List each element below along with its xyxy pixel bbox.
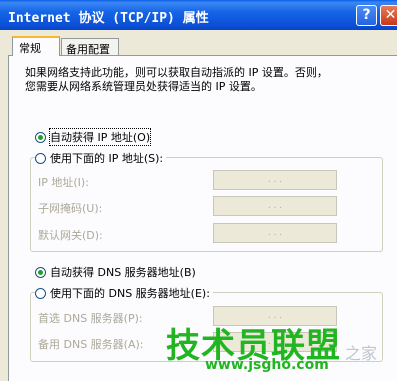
watermark-home: 之家 bbox=[345, 344, 378, 363]
preferred-dns-label: 首选 DNS 服务器(P): bbox=[38, 312, 143, 325]
ip-manual-label: 使用下面的 IP 地址(S): bbox=[50, 152, 164, 165]
subnet-mask-label: 子网掩码(U): bbox=[38, 202, 103, 215]
ip-address-label: IP 地址(I): bbox=[38, 176, 89, 189]
dns-manual-radio[interactable] bbox=[35, 287, 46, 299]
window-title: Internet 协议 (TCP/IP) 属性 bbox=[8, 11, 209, 26]
dns-auto-label: 自动获得 DNS 服务器地址(B) bbox=[50, 266, 196, 279]
dns-auto-option[interactable]: 自动获得 DNS 服务器地址(B) bbox=[35, 264, 196, 280]
alternate-dns-label: 备用 DNS 服务器(A): bbox=[38, 338, 144, 351]
dns-manual-option[interactable]: 使用下面的 DNS 服务器地址(E): bbox=[35, 285, 213, 301]
help-button[interactable]: ? bbox=[356, 5, 377, 26]
tab-alternate-config[interactable]: 备用配置 bbox=[61, 38, 119, 56]
dns-auto-radio[interactable] bbox=[35, 266, 46, 278]
default-gateway-field[interactable]: . . . bbox=[213, 223, 337, 243]
ip-auto-option[interactable]: 自动获得 IP 地址(O) bbox=[35, 128, 152, 146]
watermark-url: www.jsgho.com bbox=[205, 357, 329, 373]
close-button[interactable]: ✕ bbox=[380, 5, 397, 26]
ip-manual-radio[interactable] bbox=[35, 152, 46, 164]
description-text: 如果网络支持此功能，则可以获取自动指派的 IP 设置。否则， 您需要从网络系统管… bbox=[25, 66, 328, 93]
tab-general[interactable]: 常规 bbox=[12, 36, 60, 56]
default-gateway-label: 默认网关(D): bbox=[38, 229, 103, 242]
ip-manual-option[interactable]: 使用下面的 IP 地址(S): bbox=[35, 150, 167, 166]
title-bar: Internet 协议 (TCP/IP) 属性 ? ✕ bbox=[0, 0, 397, 30]
ip-auto-radio[interactable] bbox=[35, 131, 46, 143]
subnet-mask-field[interactable]: . . . bbox=[213, 196, 337, 216]
ip-address-field[interactable]: . . . bbox=[213, 170, 337, 190]
ip-auto-label: 自动获得 IP 地址(O) bbox=[48, 128, 152, 146]
dns-manual-label: 使用下面的 DNS 服务器地址(E): bbox=[50, 287, 210, 300]
